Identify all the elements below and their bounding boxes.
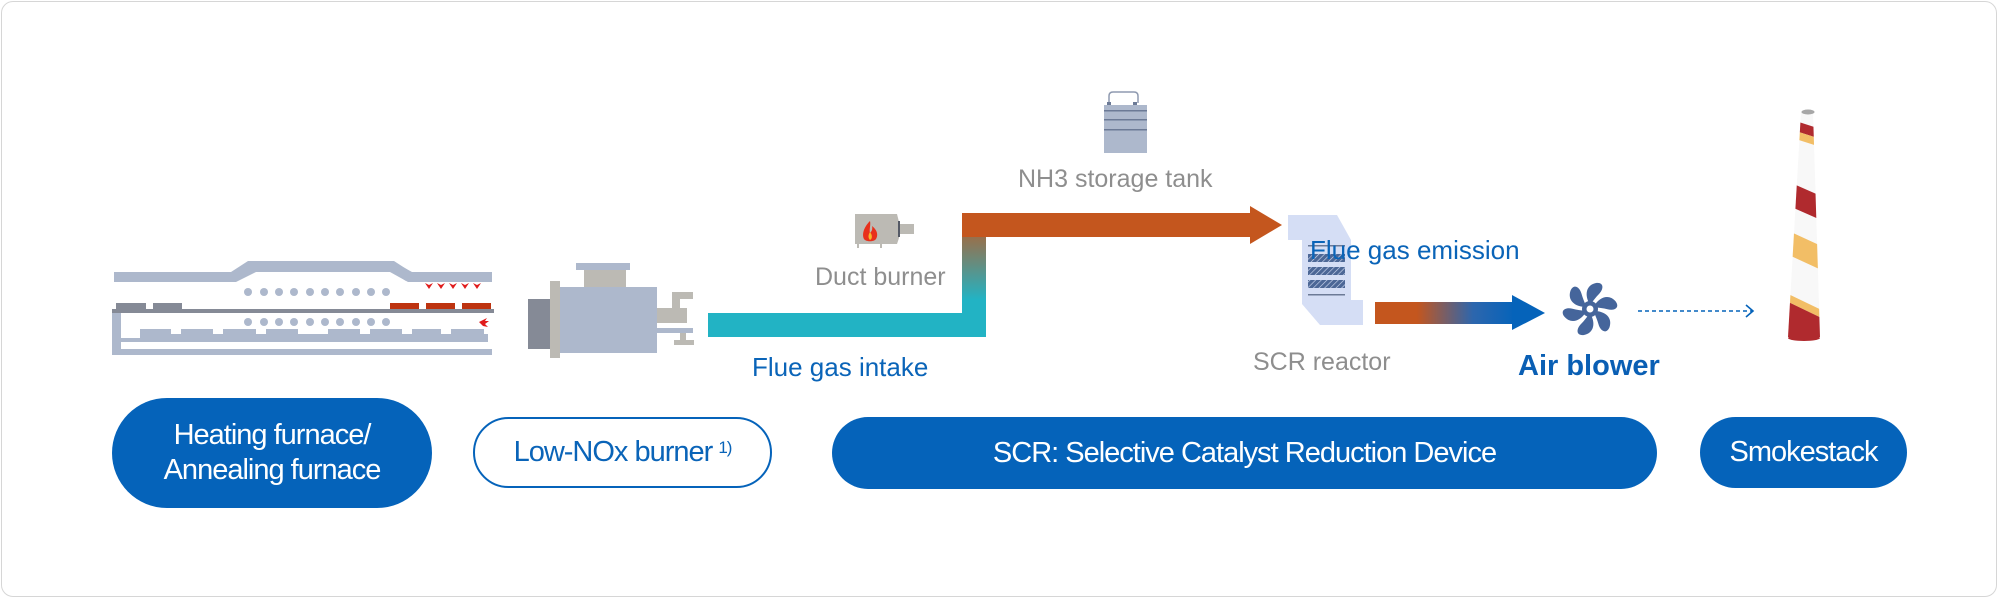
- stage-low-nox-burner-label: Low-NOx burner: [513, 436, 714, 469]
- process-diagram: [112, 91, 1820, 358]
- stage-smokestack-label: Smokestack: [1729, 436, 1879, 469]
- scr-reactor-label: SCR reactor: [1253, 348, 1391, 376]
- nh3-storage-tank-label: NH3 storage tank: [1018, 165, 1213, 193]
- air-blower-label: Air blower: [1518, 350, 1660, 382]
- scr-reactor-icon: [1288, 215, 1363, 325]
- duct-burner-label: Duct burner: [815, 263, 946, 291]
- stage-scr-device: SCR: Selective Catalyst Reduction Device: [832, 417, 1657, 489]
- stage-heating-furnace-line2: Annealing furnace: [163, 454, 382, 486]
- stage-low-nox-burner: Low-NOx burner 1): [473, 417, 772, 488]
- flue-gas-intake-label: Flue gas intake: [752, 352, 929, 382]
- dashed-arrow: [1638, 304, 1755, 318]
- stage-heating-furnace: Heating furnace/ Annealing furnace: [112, 398, 432, 508]
- smokestack-icon: [1788, 109, 1820, 341]
- footnote-marker: 1): [718, 438, 732, 458]
- low-nox-burner-icon: [528, 263, 694, 358]
- flue-gas-intake-pipe: [708, 313, 986, 337]
- storage-tank-icon: [1104, 91, 1147, 153]
- fan-icon: [1562, 282, 1618, 336]
- furnace-icon: [112, 261, 494, 355]
- roller-row-upper: [244, 288, 390, 296]
- stage-heating-furnace-line1: Heating furnace/: [173, 419, 372, 452]
- emission-arrow: [1375, 295, 1545, 330]
- roller-row-lower: [244, 318, 390, 326]
- flue-gas-emission-label: Flue gas emission: [1310, 235, 1520, 265]
- duct-burner-icon: [855, 214, 914, 248]
- hot-gas-arrow: [962, 206, 1282, 244]
- stage-scr-device-label: SCR: Selective Catalyst Reduction Device: [992, 436, 1497, 469]
- stage-smokestack: Smokestack: [1700, 417, 1907, 488]
- flame-markers: [425, 283, 481, 289]
